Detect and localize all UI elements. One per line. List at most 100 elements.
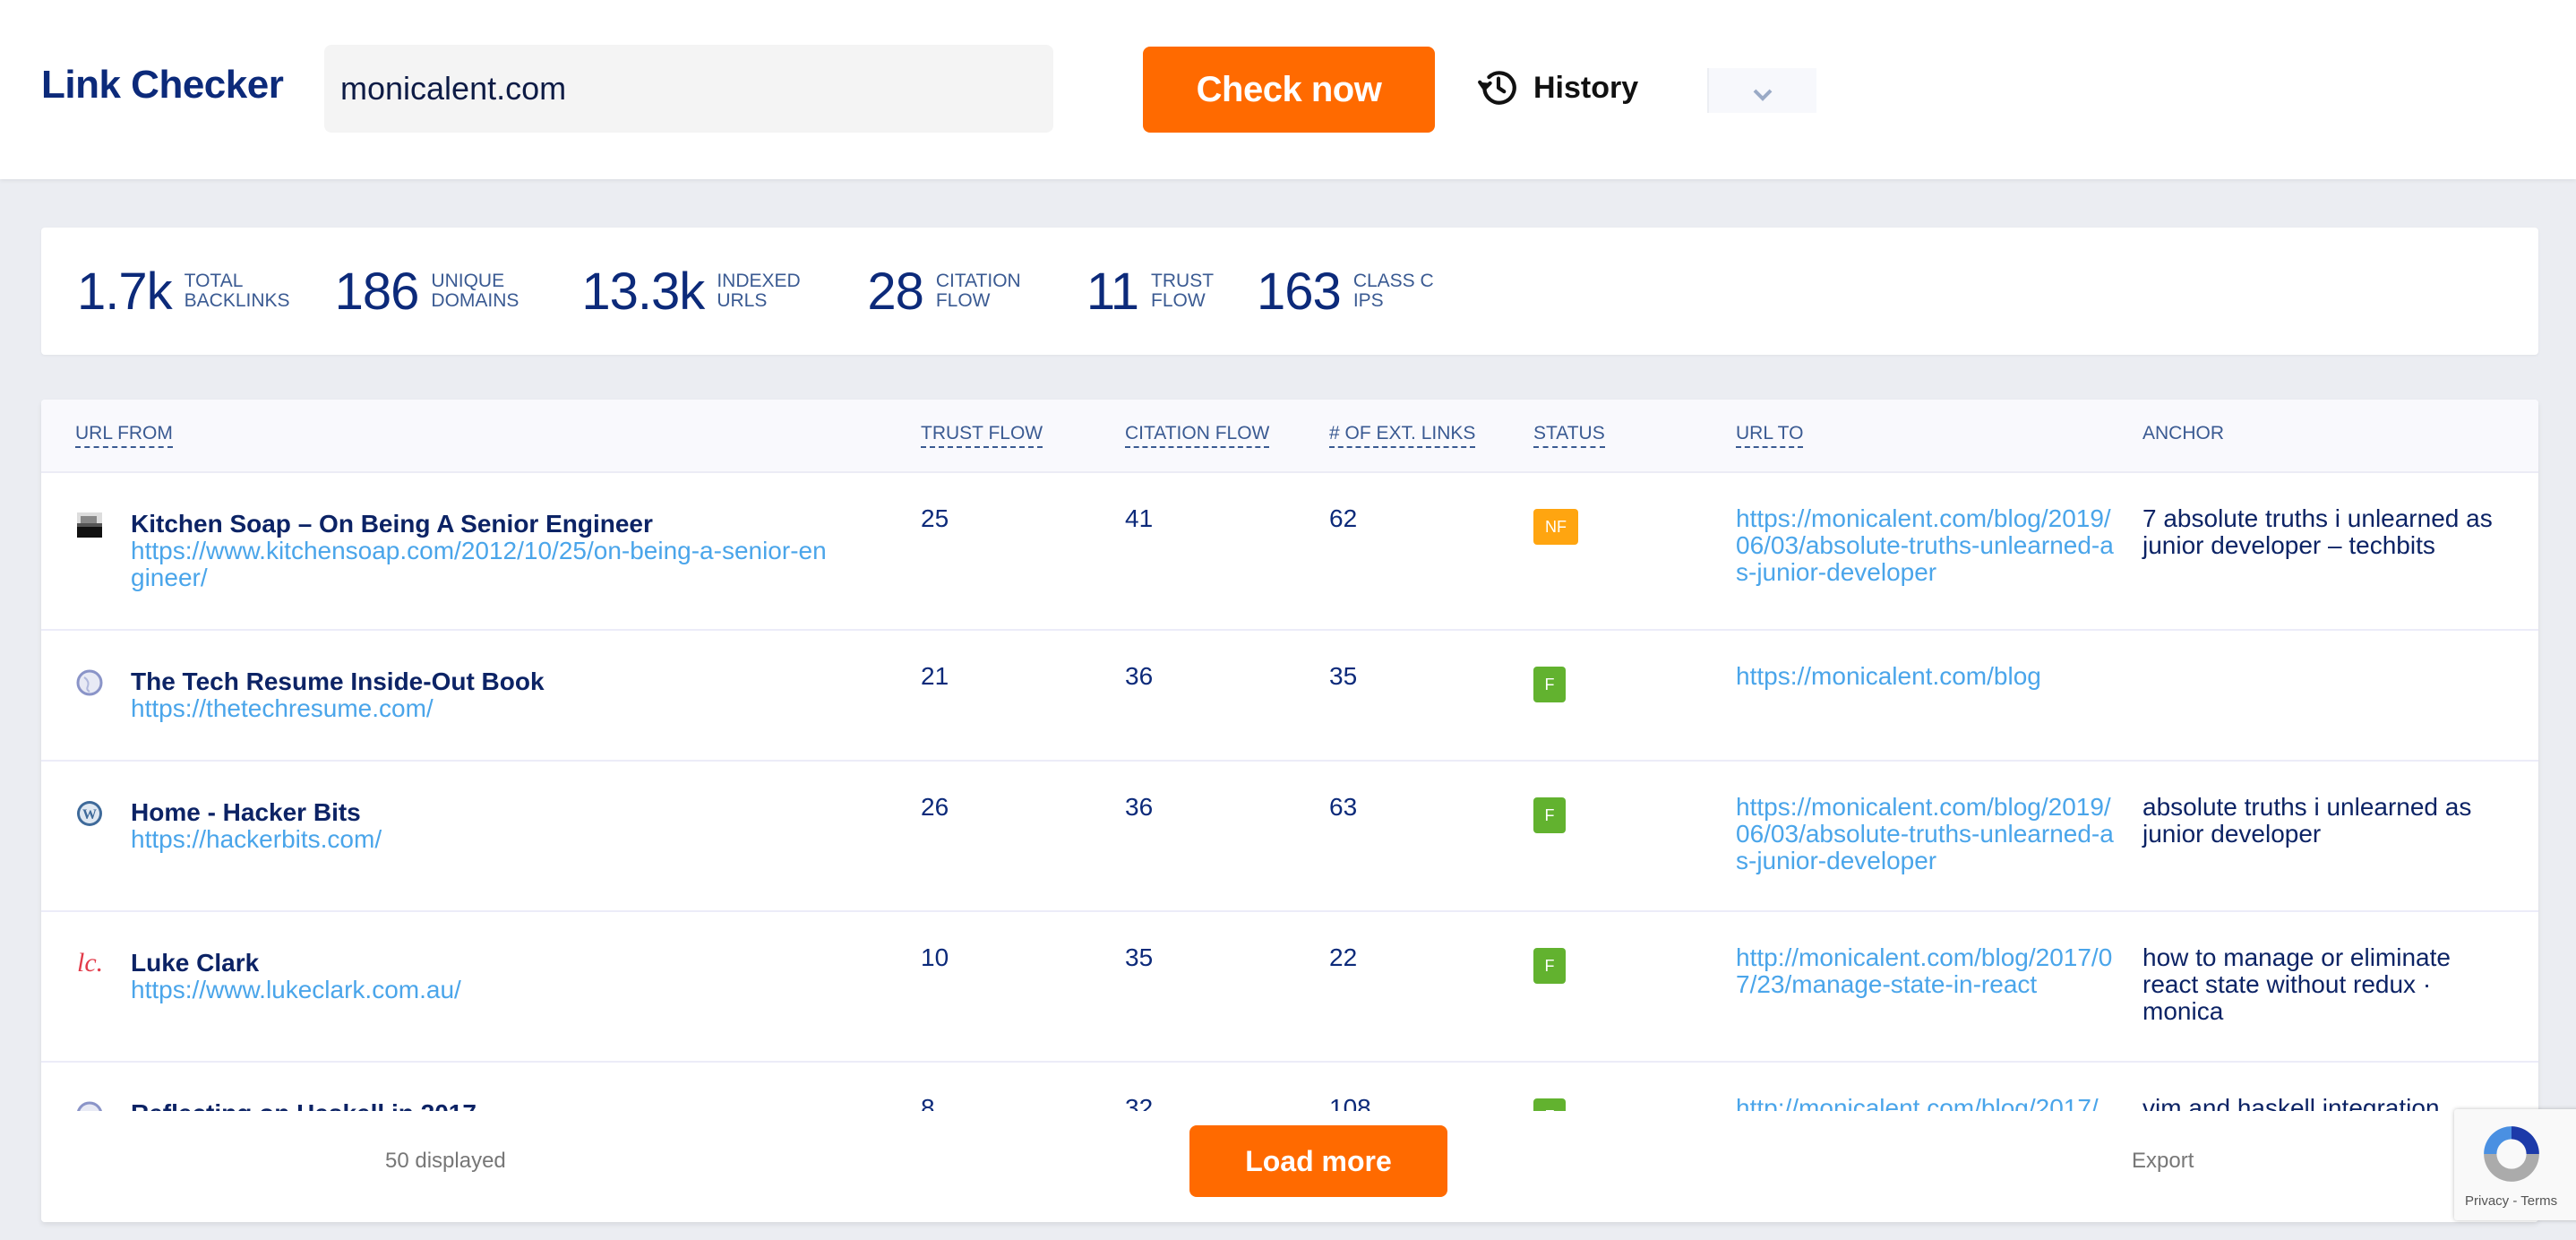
citation-flow-value: 41	[1125, 504, 1154, 532]
url-from-cell: Reflecting on Haskell in 2017	[131, 1100, 829, 1112]
displayed-count: 50 displayed	[385, 1149, 506, 1173]
status-badge: F	[1533, 948, 1566, 984]
globe-icon	[76, 669, 103, 696]
stat-label: Unique Domains	[431, 271, 519, 311]
top-bar: Link Checker Check now History	[0, 0, 2576, 179]
page-title: The Tech Resume Inside-Out Book	[131, 667, 545, 695]
stat-trust-flow: 11 Trust Flow	[1086, 262, 1223, 322]
url-from-cell: Kitchen Soap – On Being A Senior Enginee…	[131, 511, 829, 591]
page-title: Luke Clark	[131, 949, 260, 977]
anchor-text: 7 absolute truths i unlearned as junior …	[2142, 504, 2493, 559]
status-badge: F	[1533, 1098, 1566, 1111]
url-from-link[interactable]: https://www.kitchensoap.com/2012/10/25/o…	[131, 537, 827, 591]
stat-value: 28	[867, 262, 924, 321]
stat-label: Indexed URLs	[717, 271, 801, 311]
url-to-link[interactable]: http://monicalent.com/blog/2017/07/23/ma…	[1736, 944, 2121, 998]
status-cell: NF	[1533, 509, 1578, 545]
check-now-button[interactable]: Check now	[1143, 47, 1435, 133]
url-to-link[interactable]: https://monicalent.com/blog	[1736, 663, 2121, 690]
url-from-cell: Home - Hacker Bits https://hackerbits.co…	[131, 799, 829, 853]
history-label: History	[1533, 70, 1639, 105]
url-from-cell: Luke Clark https://www.lukeclark.com.au/	[131, 950, 829, 1003]
table-row: The Tech Resume Inside-Out Book https://…	[41, 631, 2538, 762]
table-header: URL FROM TRUST FLOW CITATION FLOW # OF E…	[41, 400, 2538, 473]
column-url-from[interactable]: URL FROM	[75, 423, 173, 448]
stat-value: 13.3k	[581, 262, 705, 321]
url-from-link[interactable]: https://hackerbits.com/	[131, 825, 382, 853]
column-citation-flow[interactable]: CITATION FLOW	[1125, 423, 1270, 448]
status-cell: F	[1533, 948, 1566, 984]
stat-class-c-ips: 163 Class C IPs	[1257, 262, 1443, 322]
trust-flow-value: 26	[921, 793, 949, 821]
stat-value: 1.7k	[77, 262, 173, 321]
column-url-to[interactable]: URL TO	[1736, 423, 1804, 448]
table-row: Reflecting on Haskell in 2017 8 32 108 F…	[41, 1063, 2538, 1111]
svg-text:lc.: lc.	[77, 948, 103, 977]
ext-links-value: 62	[1329, 504, 1358, 532]
status-cell: F	[1533, 1098, 1566, 1111]
trust-flow-value: 25	[921, 504, 949, 532]
lukeclark-icon: lc.	[77, 948, 103, 977]
recaptcha-icon	[2484, 1126, 2539, 1182]
url-from-link[interactable]: https://thetechresume.com/	[131, 694, 434, 722]
table-body: Kitchen Soap – On Being A Senior Enginee…	[41, 473, 2538, 1111]
stat-citation-flow: 28 Citation Flow	[867, 262, 1052, 322]
url-to-link[interactable]: https://monicalent.com/blog/2019/06/03/a…	[1736, 794, 2121, 874]
domain-search-input[interactable]	[324, 45, 1053, 133]
trust-flow-value: 8	[921, 1094, 935, 1112]
wordpress-icon: W	[77, 801, 102, 826]
recaptcha-badge[interactable]: Privacy - Terms	[2454, 1109, 2576, 1220]
stat-label: Total Backlinks	[184, 271, 290, 311]
status-cell: F	[1533, 667, 1566, 702]
stat-total-backlinks: 1.7k Total Backlinks	[77, 262, 301, 322]
citation-flow-value: 36	[1125, 793, 1154, 821]
citation-flow-value: 35	[1125, 943, 1154, 971]
stat-label: Trust Flow	[1151, 271, 1214, 311]
table-footer: 50 displayed Load more Export	[41, 1111, 2538, 1222]
url-to-link[interactable]: http://monicalent.com/blog/2017/	[1736, 1095, 2121, 1112]
recaptcha-privacy-terms[interactable]: Privacy - Terms	[2465, 1193, 2557, 1209]
load-more-button[interactable]: Load more	[1189, 1125, 1447, 1197]
stat-value: 163	[1257, 262, 1342, 321]
citation-flow-value: 32	[1125, 1094, 1154, 1112]
stat-indexed-urls: 13.3k Indexed URLs	[581, 262, 833, 322]
trust-flow-value: 10	[921, 943, 949, 971]
column-trust-flow[interactable]: TRUST FLOW	[921, 423, 1043, 448]
history-button[interactable]: History	[1476, 63, 1638, 113]
stat-unique-domains: 186 Unique Domains	[335, 262, 548, 322]
history-icon	[1478, 71, 1516, 105]
url-from-cell: The Tech Resume Inside-Out Book https://…	[131, 668, 829, 722]
table-row: W Home - Hacker Bits https://hackerbits.…	[41, 762, 2538, 912]
globe-icon	[77, 1101, 102, 1111]
anchor-text: how to manage or eliminate react state w…	[2142, 943, 2451, 1025]
url-from-link[interactable]: https://www.lukeclark.com.au/	[131, 976, 461, 1003]
stat-label: Citation Flow	[935, 271, 1021, 311]
page-title: Reflecting on Haskell in 2017	[131, 1100, 829, 1112]
stat-value: 11	[1086, 262, 1139, 321]
status-badge: F	[1533, 667, 1566, 702]
backlinks-table: URL FROM TRUST FLOW CITATION FLOW # OF E…	[41, 400, 2538, 1222]
ext-links-value: 35	[1329, 662, 1358, 690]
status-badge: F	[1533, 797, 1566, 833]
column-anchor: ANCHOR	[2142, 423, 2225, 443]
anchor-text: absolute truths i unlearned as junior de…	[2142, 793, 2472, 848]
svg-text:W: W	[82, 807, 97, 822]
citation-flow-value: 36	[1125, 662, 1154, 690]
ext-links-value: 108	[1329, 1094, 1371, 1112]
anchor-text: vim and haskell integration	[2142, 1094, 2440, 1112]
kitchensoap-icon	[77, 512, 102, 538]
column-ext-links[interactable]: # OF EXT. LINKS	[1329, 423, 1476, 448]
table-row: Kitchen Soap – On Being A Senior Enginee…	[41, 473, 2538, 631]
app-title: Link Checker	[41, 63, 284, 107]
stats-summary: 1.7k Total Backlinks 186 Unique Domains …	[41, 228, 2538, 355]
chevron-down-icon	[1753, 89, 1773, 101]
stat-value: 186	[334, 262, 420, 321]
account-dropdown[interactable]	[1707, 68, 1816, 113]
export-button[interactable]: Export	[2132, 1149, 2194, 1174]
table-row: lc. Luke Clark https://www.lukeclark.com…	[41, 912, 2538, 1063]
trust-flow-value: 21	[921, 662, 949, 690]
ext-links-value: 63	[1329, 793, 1358, 821]
column-status[interactable]: STATUS	[1533, 423, 1605, 448]
url-to-link[interactable]: https://monicalent.com/blog/2019/06/03/a…	[1736, 505, 2121, 586]
ext-links-value: 22	[1329, 943, 1358, 971]
